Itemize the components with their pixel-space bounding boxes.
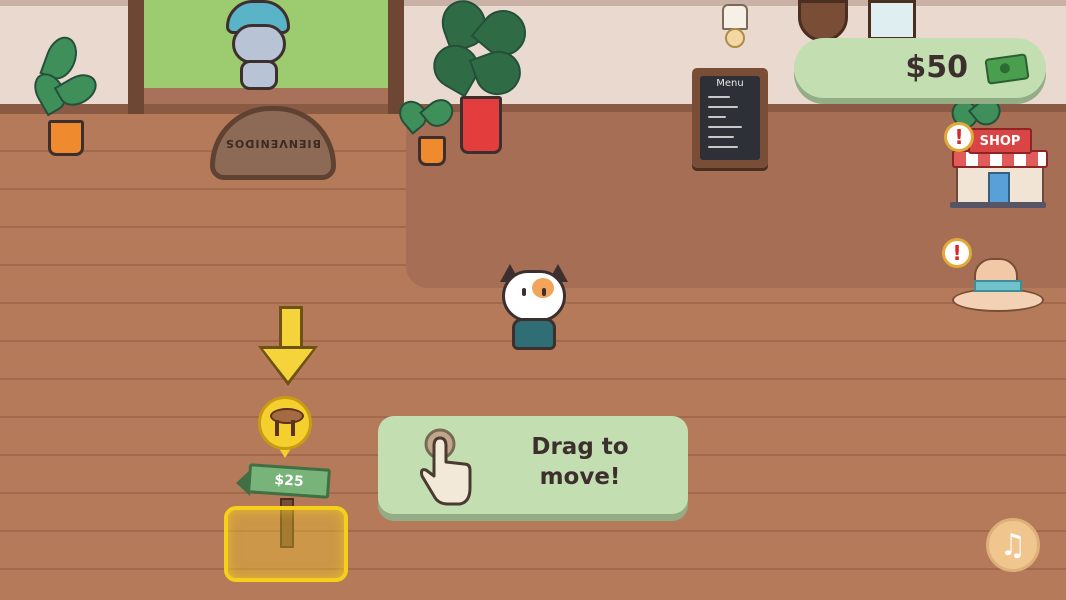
- alert-icon: !: [942, 238, 972, 268]
- doormat-text: BIENVENIDOS: [225, 136, 321, 150]
- cafe-scene[interactable]: BIENVENIDOS Menu $25 $50 SHOP ! ! Drag t…: [0, 0, 1066, 600]
- alert-icon: !: [944, 122, 974, 152]
- money-counter: $50: [794, 38, 1046, 98]
- price-sign: $25: [236, 462, 332, 502]
- outfit-button[interactable]: !: [940, 238, 1044, 316]
- pointer-hand-icon: [420, 428, 472, 506]
- door-frame-left: [128, 0, 144, 114]
- down-arrow-icon: [258, 306, 318, 388]
- music-note-icon: ♫: [999, 527, 1027, 563]
- welcome-doormat: BIENVENIDOS: [210, 106, 336, 180]
- shop-door: [988, 172, 1010, 206]
- guest-cat-at-door: [222, 0, 298, 96]
- table-price: $25: [247, 463, 331, 499]
- cash-icon: [984, 53, 1030, 85]
- shop-base: [950, 202, 1046, 208]
- flower-picture-frame: [868, 0, 916, 40]
- menu-board: Menu: [692, 68, 768, 168]
- potted-plant-left: [27, 32, 103, 162]
- small-plant: [393, 93, 459, 170]
- music-button[interactable]: ♫: [986, 518, 1040, 572]
- tutorial-line-2: move!: [539, 464, 621, 490]
- table-placement-spot[interactable]: [224, 506, 348, 582]
- hat-band: [974, 280, 1022, 292]
- tutorial-hint: Drag to move!: [378, 416, 688, 514]
- shop-label: SHOP: [968, 128, 1032, 154]
- player-cat[interactable]: [496, 264, 572, 356]
- menu-board-title: Menu: [716, 78, 744, 89]
- wall-lamp: [716, 0, 750, 48]
- table-icon: [258, 396, 314, 462]
- money-amount: $50: [905, 50, 968, 85]
- shop-button[interactable]: SHOP !: [944, 122, 1048, 212]
- tutorial-line-1: Drag to: [531, 434, 629, 460]
